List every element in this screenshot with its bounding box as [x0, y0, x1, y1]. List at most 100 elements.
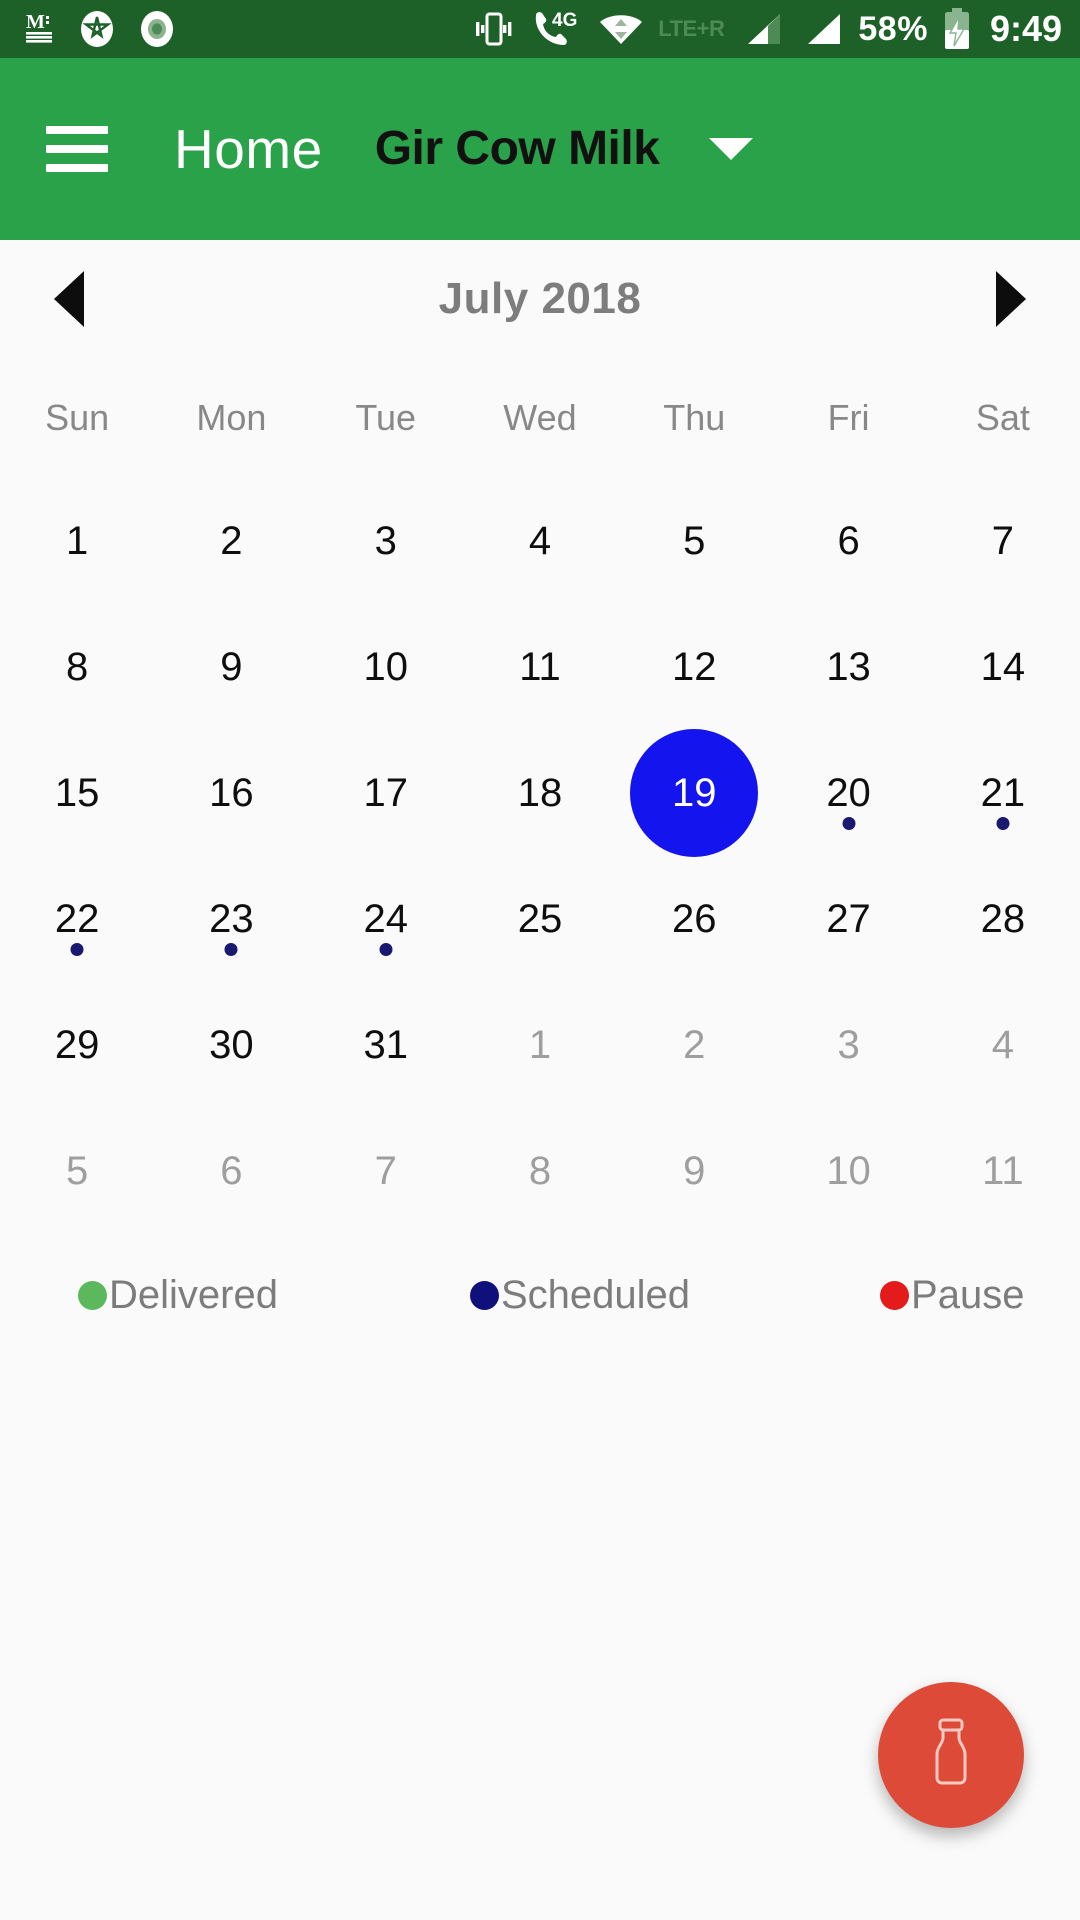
day-number: 6 [220, 1149, 243, 1193]
calendar-day-cell[interactable]: 9 [154, 604, 308, 730]
product-selector-label[interactable]: Gir Cow Milk [375, 125, 660, 173]
calendar-day-cell[interactable]: 6 [154, 1108, 308, 1234]
day-number: 19 [672, 771, 717, 815]
calendar-day-cell[interactable]: 1 [463, 982, 617, 1108]
day-number: 20 [826, 771, 871, 815]
day-number: 11 [519, 645, 561, 689]
calendar-day-cell[interactable]: 5 [0, 1108, 154, 1234]
calendar-day-cell[interactable]: 7 [926, 478, 1080, 604]
day-number: 28 [980, 897, 1026, 941]
legend-label: Pause [911, 1272, 1025, 1317]
calendar-day-cell[interactable]: 29 [0, 982, 154, 1108]
svg-text:M: M [26, 12, 45, 33]
battery-percent-label: 58% [858, 10, 928, 48]
page-title: Home [174, 117, 323, 180]
calendar-day-cell[interactable]: 5 [617, 478, 771, 604]
star-badge-icon [78, 10, 116, 48]
calendar-day-cell[interactable]: 16 [154, 730, 308, 856]
calendar-day-cell[interactable]: 11 [463, 604, 617, 730]
calendar-grid: 1 2 3 4 5 6 7 8 9 10 11 12 13 14 15 16 17 18 19 20 21 22 23 24 2… [0, 478, 1080, 1234]
calendar-day-cell[interactable]: 13 [771, 604, 925, 730]
day-number: 2 [683, 1023, 706, 1067]
calendar-day-cell[interactable]: 19 [617, 729, 771, 857]
calendar-day-cell[interactable]: 4 [926, 982, 1080, 1108]
legend-dot-icon [880, 1280, 910, 1310]
signal-bars-sim1-icon [738, 9, 784, 49]
day-status-dot-scheduled [996, 817, 1010, 830]
day-number: 3 [837, 1023, 860, 1067]
app-root: M 4G LTE+R 58% 9:49 Home Gir Cow Milk Ju… [0, 0, 1080, 1920]
calendar-day-cell[interactable]: 17 [309, 730, 463, 856]
calendar-day-cell[interactable]: 3 [771, 982, 925, 1108]
calendar-day-cell[interactable]: 10 [771, 1108, 925, 1234]
calendar-day-cell[interactable]: 8 [463, 1108, 617, 1234]
calendar-day-cell[interactable]: 31 [309, 982, 463, 1108]
day-number: 18 [517, 771, 563, 815]
calendar-day-cell[interactable]: 10 [309, 604, 463, 730]
calendar-day-cell[interactable]: 30 [154, 982, 308, 1108]
calendar-day-cell[interactable]: 12 [617, 604, 771, 730]
calendar-day-cell[interactable]: 3 [309, 478, 463, 604]
calendar-day-cell[interactable]: 7 [309, 1108, 463, 1234]
day-number: 12 [672, 645, 717, 689]
calendar-day-cell[interactable]: 18 [463, 730, 617, 856]
calendar-day-cell[interactable]: 4 [463, 478, 617, 604]
day-number: 4 [991, 1023, 1014, 1067]
calendar-day-cell[interactable]: 20 [771, 730, 925, 856]
calendar-day-cell[interactable]: 2 [617, 982, 771, 1108]
day-number: 5 [683, 519, 706, 563]
day-status-dot-scheduled [70, 943, 84, 956]
call-4g-icon: 4G [530, 9, 584, 49]
day-number: 11 [982, 1149, 1024, 1193]
status-bar-system-icons: 4G LTE+R 58% 9:49 [472, 8, 1062, 50]
calendar-day-cell[interactable]: 24 [309, 856, 463, 982]
add-delivery-fab[interactable] [878, 1682, 1024, 1828]
calendar-week-row: 22 23 24 25 26 27 28 [0, 856, 1080, 982]
calendar-day-cell[interactable]: 14 [926, 604, 1080, 730]
day-number: 8 [528, 1149, 552, 1193]
calendar-day-cell[interactable]: 21 [926, 730, 1080, 856]
calendar-day-cell[interactable]: 11 [926, 1108, 1080, 1234]
day-number: 24 [363, 897, 408, 941]
day-status-dot-scheduled [224, 943, 238, 956]
milk-bottle-icon [924, 1716, 978, 1795]
day-number: 29 [54, 1023, 100, 1067]
day-number: 10 [363, 645, 408, 689]
calendar-day-cell[interactable]: 6 [771, 478, 925, 604]
calendar-week-row: 29 30 31 1 2 3 4 [0, 982, 1080, 1108]
day-number: 30 [209, 1023, 254, 1067]
day-number: 4 [528, 519, 552, 563]
calendar-day-cell[interactable]: 1 [0, 478, 154, 604]
legend: Delivered Scheduled Pause [0, 1240, 1080, 1350]
medium-m-icon: M [26, 12, 56, 46]
calendar-day-cell[interactable]: 15 [0, 730, 154, 856]
calendar-day-cell[interactable]: 8 [0, 604, 154, 730]
calendar-day-cell[interactable]: 26 [617, 856, 771, 982]
day-number: 26 [672, 897, 717, 941]
calendar-day-cell[interactable]: 27 [771, 856, 925, 982]
weekday-label: Thu [663, 397, 726, 438]
calendar-day-cell[interactable]: 2 [154, 478, 308, 604]
day-number: 10 [826, 1149, 871, 1193]
calendar-day-cell[interactable]: 25 [463, 856, 617, 982]
calendar-day-cell[interactable]: 28 [926, 856, 1080, 982]
day-number: 27 [826, 897, 871, 941]
day-number: 1 [528, 1023, 552, 1067]
calendar-week-row: 8 9 10 11 12 13 14 [0, 604, 1080, 730]
day-number: 15 [54, 771, 100, 815]
battery-charging-icon [942, 8, 972, 50]
day-number: 13 [826, 645, 871, 689]
calendar: July 2018 Sun Mon Tue Wed Thu Fri Sat 12… [0, 240, 1080, 1350]
day-number: 7 [374, 1149, 397, 1193]
caret-down-icon[interactable] [709, 138, 754, 160]
calendar-day-cell[interactable]: 9 [617, 1108, 771, 1234]
hamburger-menu-icon[interactable] [46, 126, 108, 172]
day-number: 31 [363, 1023, 408, 1067]
weekday-label: Mon [196, 397, 267, 438]
calendar-day-cell[interactable]: 23 [154, 856, 308, 982]
calendar-week-row: 1 2 3 4 5 6 7 [0, 478, 1080, 604]
app-bar: Home Gir Cow Milk [0, 58, 1080, 240]
wifi-icon [598, 9, 644, 49]
legend-item: Scheduled [469, 1273, 690, 1318]
calendar-day-cell[interactable]: 22 [0, 856, 154, 982]
